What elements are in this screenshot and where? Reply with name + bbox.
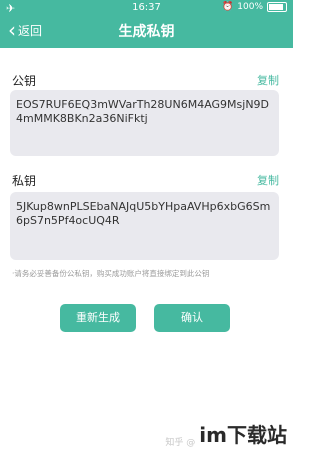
status-right: ⏰ 100% (222, 2, 287, 12)
status-bar: ✈ 16:37 ⏰ 100% (0, 0, 293, 16)
private-key-label: 私钥 (12, 174, 37, 188)
public-key-box[interactable]: EOS7RUF6EQ3mWVarTh28UN6M4AG9MsjN9D4mMMK8… (10, 90, 279, 156)
copy-private-key-button[interactable]: 复制 (257, 172, 279, 188)
regenerate-button[interactable]: 重新生成 (60, 304, 136, 332)
confirm-button[interactable]: 确认 (154, 304, 230, 332)
backup-note: ·请务必妥善备份公私钥，购买成功账户将直接绑定到此公钥 (12, 269, 210, 278)
public-key-label: 公钥 (12, 74, 37, 88)
watermark-logo: im下载站 (199, 423, 287, 447)
navigation-bar: ‹ 返回 生成私钥 (0, 18, 293, 46)
app-header: ✈ 16:37 ⏰ 100% ‹ 返回 生成私钥 (0, 0, 293, 48)
private-key-box[interactable]: 5JKup8wnPLSEbaNAJqU5bYHpaAVHp6xbG6Sm6pS7… (10, 192, 279, 260)
watermark: 知乎 @ im下载站 (165, 419, 287, 448)
page-title: 生成私钥 (118, 24, 175, 40)
battery-icon (267, 2, 287, 12)
battery-percent: 100% (237, 2, 263, 12)
watermark-text: 知乎 @ (165, 438, 196, 448)
alarm-icon: ⏰ (222, 2, 234, 12)
copy-public-key-button[interactable]: 复制 (257, 72, 279, 88)
